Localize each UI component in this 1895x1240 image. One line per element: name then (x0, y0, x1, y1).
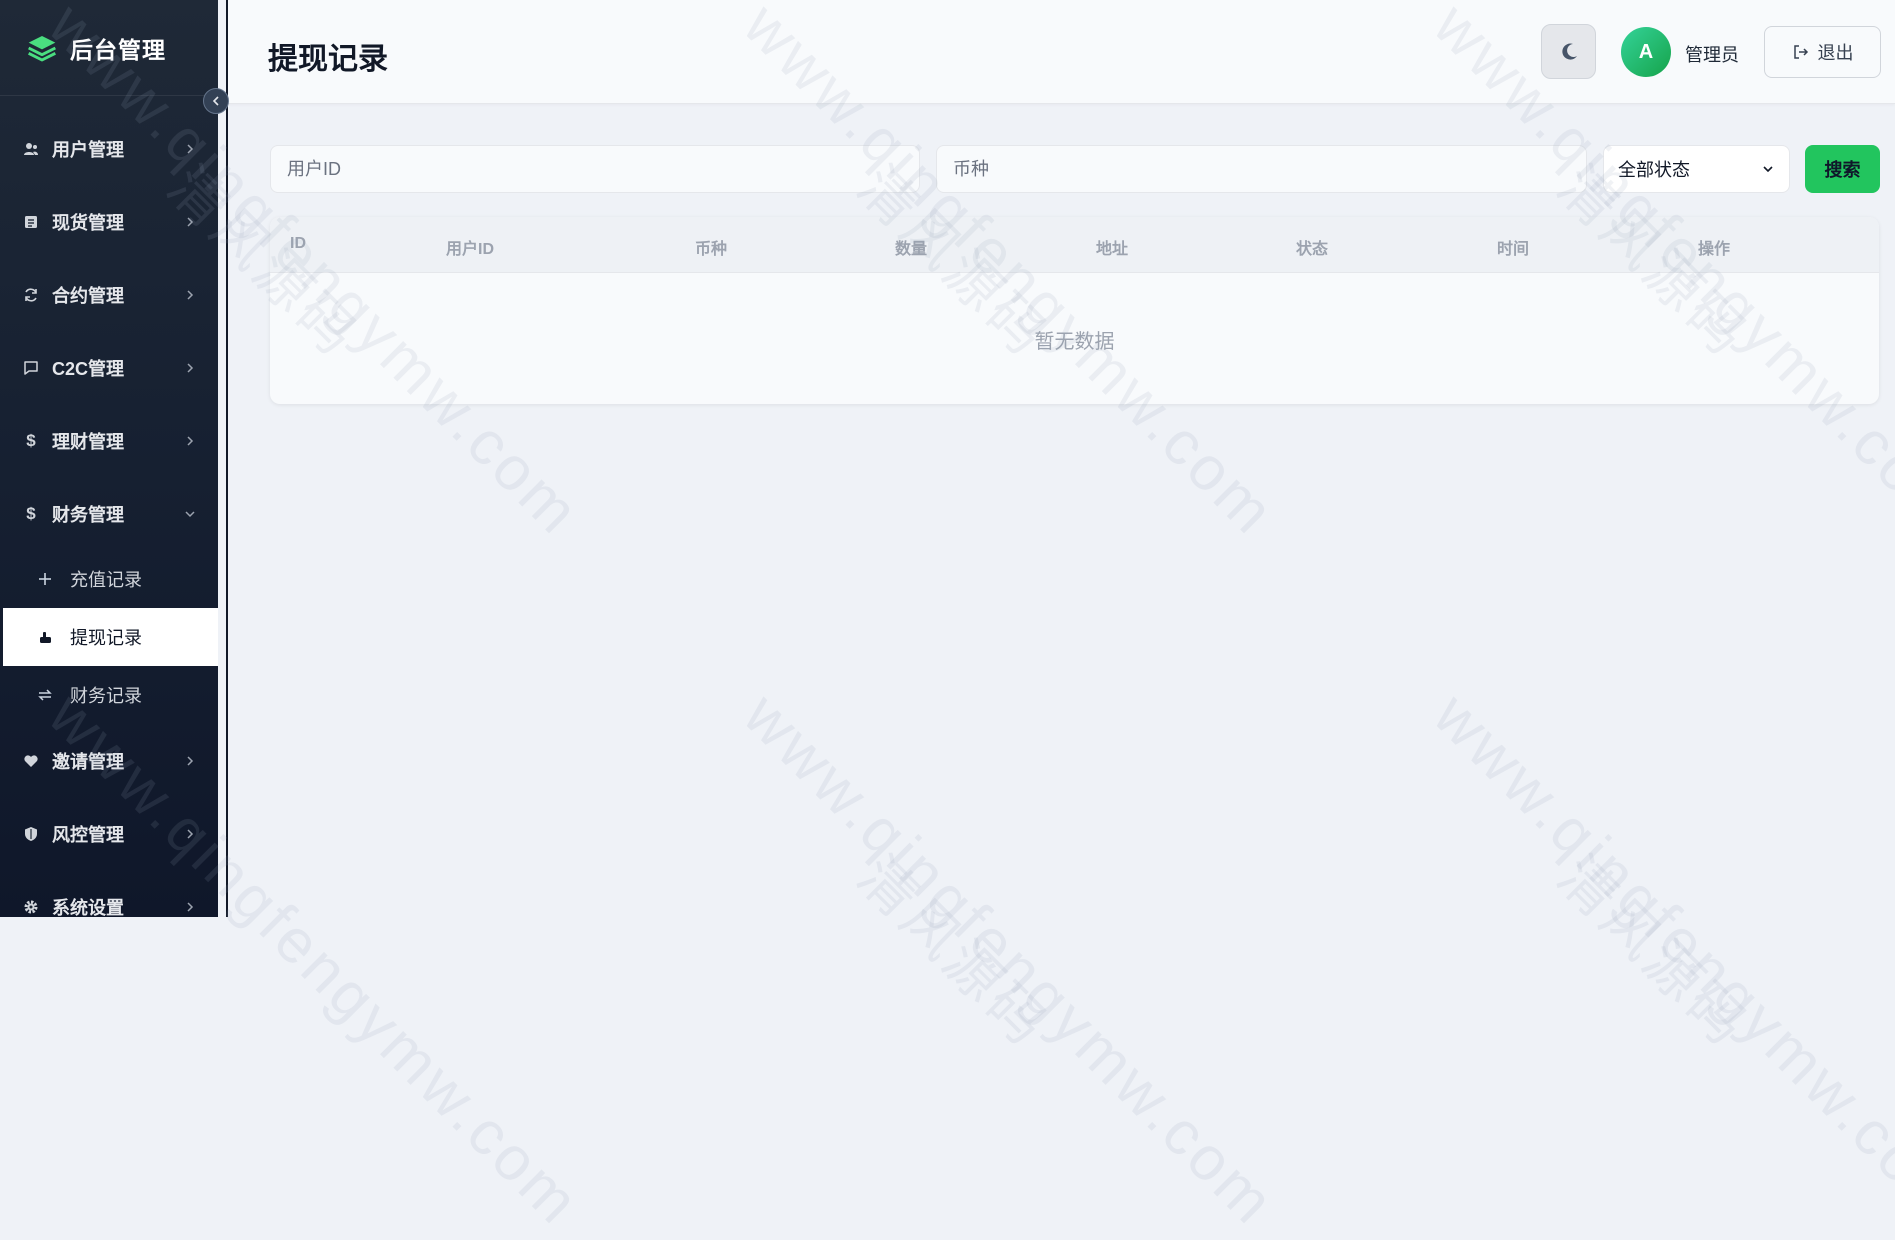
swap-icon (36, 686, 54, 704)
records-table: ID 用户ID 币种 数量 地址 状态 时间 操作 暂无数据 (270, 217, 1879, 404)
logout-icon (1792, 43, 1810, 61)
dollar-icon: $ (26, 430, 36, 450)
sidebar-item-label: 合约管理 (52, 285, 124, 306)
search-button[interactable]: 搜索 (1805, 145, 1880, 193)
chevron-right-icon (187, 435, 194, 446)
shield-icon (22, 825, 40, 843)
logout-button[interactable]: 退出 (1764, 26, 1881, 78)
moon-icon (1561, 43, 1577, 60)
chevron-right-icon (187, 216, 194, 227)
page-title: 提现记录 (268, 43, 388, 76)
sidebar-item-contract[interactable]: 合约管理 (0, 258, 218, 331)
brand-title: 后台管理 (70, 36, 166, 63)
sidebar-item-risk[interactable]: 风控管理 (0, 797, 218, 870)
sidebar-item-label: 现货管理 (52, 212, 124, 233)
column-header: ID (290, 235, 306, 252)
logout-label: 退出 (1817, 43, 1854, 63)
sidebar-item-label: 财务管理 (52, 504, 124, 525)
sidebar-item-finance[interactable]: $ 财务管理 (0, 477, 218, 550)
sidebar-item-label: 风控管理 (52, 824, 124, 845)
list-icon (22, 213, 40, 231)
sidebar-subitem-withdraw-records[interactable]: 提现记录 (3, 608, 218, 666)
column-header: 时间 (1497, 241, 1530, 258)
sidebar-subitem-label: 提现记录 (70, 628, 142, 648)
users-icon (22, 140, 40, 158)
sidebar-subitem-finance-records[interactable]: 财务记录 (0, 666, 218, 724)
sidebar-item-label: 理财管理 (52, 431, 124, 452)
column-header: 币种 (695, 241, 728, 258)
sidebar-collapse-button[interactable] (203, 88, 229, 114)
top-header: 提现记录 A 管理员 退出 (228, 0, 1895, 104)
chevron-right-icon (187, 289, 194, 300)
status-select-value: 全部状态 (1618, 160, 1690, 180)
chevron-down-icon (185, 510, 195, 517)
chevron-right-icon (187, 828, 194, 839)
column-header: 操作 (1698, 241, 1731, 258)
chevron-right-icon (187, 143, 194, 154)
heart-icon (22, 752, 40, 770)
layers-logo-icon (28, 35, 56, 61)
dollar-icon: $ (26, 503, 36, 523)
sidebar-divider (226, 0, 228, 917)
chevron-right-icon (187, 901, 194, 912)
sidebar-item-invite[interactable]: 邀请管理 (0, 724, 218, 797)
theme-toggle-button[interactable] (1541, 24, 1596, 79)
chevron-down-icon (1763, 166, 1773, 173)
chevron-right-icon (187, 362, 194, 373)
brand[interactable]: 后台管理 (0, 0, 218, 96)
hand-icon (36, 628, 54, 646)
sidebar-item-users[interactable]: 用户管理 (0, 112, 218, 185)
avatar[interactable]: A (1621, 27, 1671, 77)
sidebar-subitem-deposit-records[interactable]: 充值记录 (0, 550, 218, 608)
watermark-url: www.qingfengymw.com (1420, 680, 1895, 1239)
column-header: 状态 (1296, 241, 1329, 258)
sidebar-item-spot[interactable]: 现货管理 (0, 185, 218, 258)
column-header: 用户ID (446, 241, 495, 258)
sidebar-item-label: 用户管理 (52, 139, 124, 160)
gear-icon (22, 898, 40, 916)
status-select[interactable]: 全部状态 (1603, 145, 1790, 193)
sidebar-item-wealth[interactable]: $ 理财管理 (0, 404, 218, 477)
sidebar-item-label: C2C管理 (52, 358, 125, 379)
column-header: 地址 (1096, 241, 1129, 258)
username: 管理员 (1685, 45, 1739, 65)
watermark-url: www.qingfengymw.com (730, 680, 1289, 1239)
user-id-input[interactable] (270, 145, 920, 193)
chat-icon (22, 359, 40, 377)
sidebar-nav: 用户管理 现货管理 合约管理 C2C管理 $ 理财管理 $ 财务管理 充值记录 … (0, 96, 218, 917)
sidebar-item-settings[interactable]: 系统设置 (0, 870, 218, 917)
sidebar: 后台管理 用户管理 现货管理 合约管理 C2C管理 $ 理财管理 $ 财务管理 … (0, 0, 218, 917)
chevron-left-icon (212, 96, 219, 106)
refresh-icon (22, 286, 40, 304)
watermark-name: 清风源码 (846, 844, 1061, 1059)
chevron-right-icon (187, 755, 194, 766)
table-header: ID 用户ID 币种 数量 地址 状态 时间 操作 (270, 217, 1879, 273)
sidebar-subitem-label: 财务记录 (70, 686, 142, 706)
sidebar-item-label: 系统设置 (52, 897, 124, 918)
sidebar-item-c2c[interactable]: C2C管理 (0, 331, 218, 404)
column-header: 数量 (895, 241, 928, 258)
empty-state-text: 暂无数据 (1034, 331, 1115, 353)
currency-input[interactable] (936, 145, 1587, 193)
sidebar-item-label: 邀请管理 (52, 751, 124, 772)
watermark-name: 清风源码 (1546, 844, 1761, 1059)
plus-icon (36, 570, 54, 588)
sidebar-subitem-label: 充值记录 (70, 570, 142, 590)
